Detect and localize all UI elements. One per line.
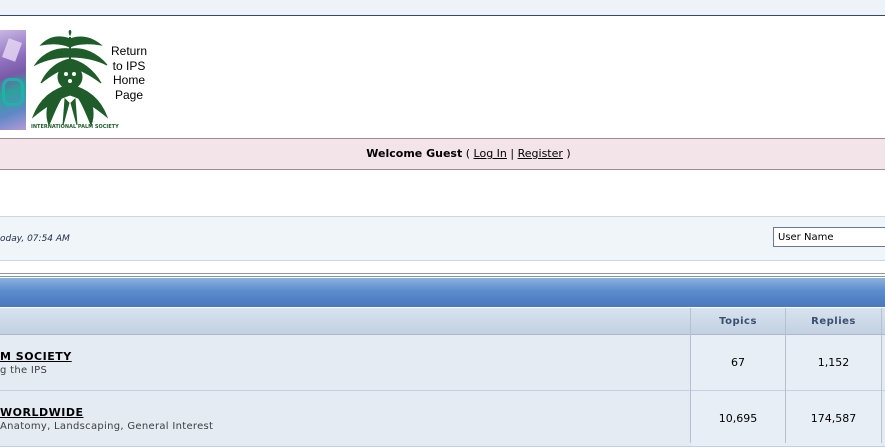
column-replies: Replies <box>811 316 856 327</box>
forum-description: Anatomy, Landscaping, General Interest <box>0 421 214 432</box>
welcome-separator: | <box>506 147 518 160</box>
login-link[interactable]: Log In <box>474 147 507 160</box>
topics-count: 10,695 <box>691 391 785 446</box>
forum-title-link[interactable]: WORLDWIDE <box>0 406 83 419</box>
table-column-header: Topics Replies <box>0 308 885 335</box>
welcome-bar: Welcome Guest ( Log In | Register ) <box>0 138 885 170</box>
date-bar: oday, 07:54 AM <box>0 216 885 261</box>
current-date: oday, 07:54 AM <box>0 234 70 244</box>
column-divider <box>881 308 882 443</box>
welcome-close-paren: ) <box>562 147 571 160</box>
category-header[interactable] <box>0 278 885 307</box>
divider-bottom <box>0 276 885 277</box>
replies-count: 174,587 <box>786 391 881 446</box>
divider-top <box>0 273 885 274</box>
table-row: M SOCIETY g the IPS 67 1,152 <box>0 335 885 391</box>
welcome-guest-label: Welcome Guest <box>366 147 463 160</box>
forum-title-link[interactable]: M SOCIETY <box>0 350 72 363</box>
return-home-link[interactable]: Return to IPS Home Page <box>107 44 151 102</box>
welcome-open-paren: ( <box>462 147 474 160</box>
column-divider <box>785 308 786 443</box>
topics-count: 67 <box>691 335 785 390</box>
top-strip <box>0 0 885 16</box>
column-topics: Topics <box>719 316 757 327</box>
welcome-text: Welcome Guest ( Log In | Register ) <box>0 139 885 169</box>
banner-image <box>0 30 26 130</box>
replies-count: 1,152 <box>786 335 881 390</box>
forum-description: g the IPS <box>0 365 48 376</box>
logo-caption: INTERNATIONAL PALM SOCIETY <box>31 124 119 130</box>
username-input[interactable] <box>773 227 885 247</box>
column-divider <box>690 308 691 443</box>
palm-society-logo[interactable] <box>29 29 111 132</box>
table-row: WORLDWIDE Anatomy, Landscaping, General … <box>0 391 885 447</box>
register-link[interactable]: Register <box>518 147 563 160</box>
